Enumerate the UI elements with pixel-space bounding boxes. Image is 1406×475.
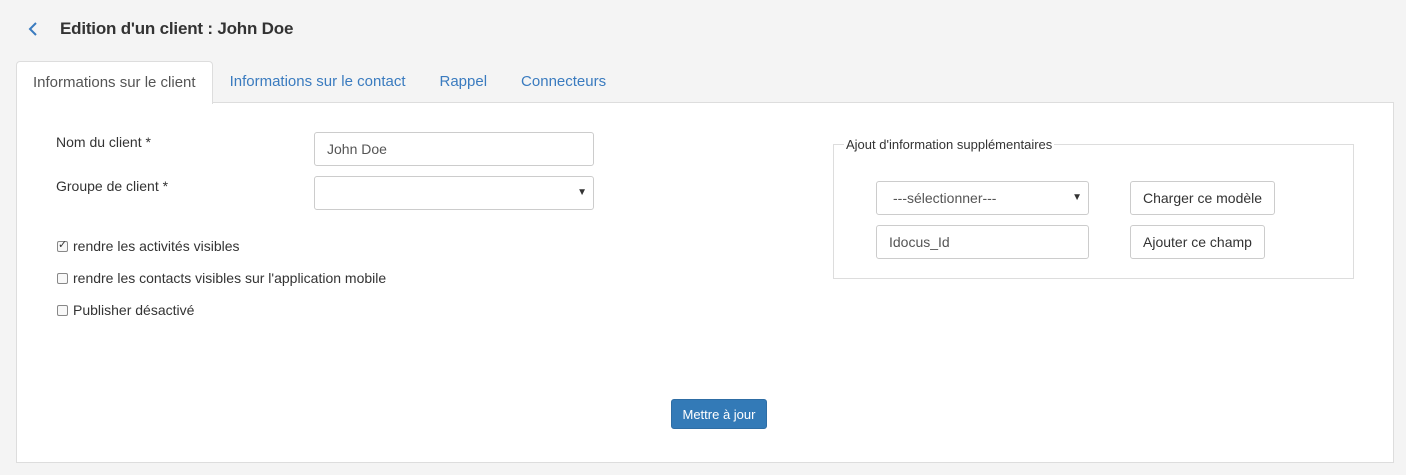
chevron-down-icon: ▼ xyxy=(1072,192,1082,203)
template-select-value: ---sélectionner--- xyxy=(893,190,997,206)
visible-contacts-row: rendre les contacts visibles sur l'appli… xyxy=(57,270,386,286)
tab-client-info[interactable]: Informations sur le client xyxy=(16,61,213,104)
add-field-button[interactable]: Ajouter ce champ xyxy=(1130,225,1265,259)
publisher-disabled-checkbox[interactable] xyxy=(57,304,68,316)
visible-activities-checkbox[interactable] xyxy=(57,238,68,252)
visible-activities-label: rendre les activités visibles xyxy=(73,238,240,254)
visible-activities-row: rendre les activités visibles xyxy=(57,238,240,254)
client-group-select[interactable]: ▼ xyxy=(314,176,594,210)
client-name-label: Nom du client * xyxy=(56,134,151,150)
tab-connectors[interactable]: Connecteurs xyxy=(504,61,623,103)
page-header: Edition d'un client : John Doe xyxy=(28,16,293,42)
template-select[interactable]: ---sélectionner--- ▼ xyxy=(876,181,1089,215)
visible-contacts-checkbox[interactable] xyxy=(57,272,68,284)
field-name-input[interactable] xyxy=(876,225,1089,259)
load-template-button[interactable]: Charger ce modèle xyxy=(1130,181,1276,215)
update-button[interactable]: Mettre à jour xyxy=(671,399,767,429)
extra-info-legend: Ajout d'information supplémentaires xyxy=(844,137,1055,152)
publisher-disabled-row: Publisher désactivé xyxy=(57,302,194,318)
tab-contact-info[interactable]: Informations sur le contact xyxy=(213,61,423,103)
publisher-disabled-label: Publisher désactivé xyxy=(73,302,195,318)
client-group-label: Groupe de client * xyxy=(56,178,169,194)
chevron-down-icon: ▼ xyxy=(577,187,587,198)
extra-info-fieldset: Ajout d'information supplémentaires ---s… xyxy=(833,137,1354,279)
tab-reminder[interactable]: Rappel xyxy=(423,61,505,103)
visible-contacts-label: rendre les contacts visibles sur l'appli… xyxy=(73,270,387,286)
page-title: Edition d'un client : John Doe xyxy=(60,19,294,38)
back-chevron-icon[interactable] xyxy=(28,22,50,36)
tab-bar: Informations sur le client Informations … xyxy=(16,61,623,104)
tab-panel: Nom du client * Groupe de client * ▼ ren… xyxy=(16,102,1394,463)
client-name-input[interactable] xyxy=(314,132,594,166)
